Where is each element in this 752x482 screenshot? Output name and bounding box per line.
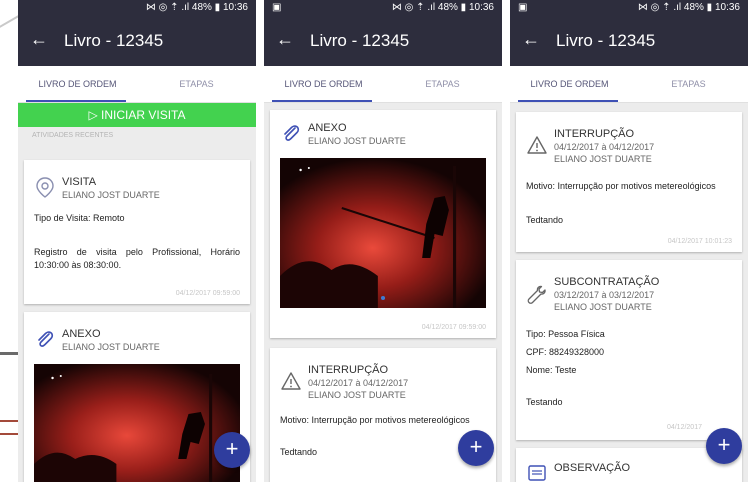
interruption-dates: 04/12/2017 à 04/12/2017 (554, 142, 655, 152)
status-indicators: ⋈ ◎ ⇡ .ıl 48% ▮ 10:36 (145, 2, 248, 13)
status-indicators: ⋈ ◎ ⇡ .ıl 48% ▮ 10:36 (637, 2, 740, 13)
visit-timestamp: 04/12/2017 09:59:00 (175, 290, 240, 297)
paperclip-icon (38, 331, 54, 347)
add-button[interactable]: + (214, 432, 250, 468)
location-pin-icon (36, 177, 54, 198)
start-visit-button[interactable]: ▷ INICIAR VISITA (18, 103, 256, 127)
attachment-author: ELIANO JOST DUARTE (62, 342, 160, 352)
interruption-text: Tedtando (280, 447, 318, 457)
back-arrow-icon[interactable]: ← (30, 30, 48, 48)
interruption-timestamp: 04/12/2017 10:01:23 (667, 238, 732, 245)
phone-screen-2: ▣ ⋈ ◎ ⇡ .ıl 48% ▮ 10:36 ← Livro - 12345 … (264, 0, 502, 482)
back-arrow-icon[interactable]: ← (276, 30, 294, 48)
tab-bar: LIVRO DE ORDEM ETAPAS (264, 66, 502, 103)
interruption-text: Tedtando (526, 215, 564, 225)
interruption-reason: Motivo: Interrupção por motivos metereol… (526, 181, 716, 191)
interruption-author: ELIANO JOST DUARTE (554, 154, 652, 164)
tab-livro-de-ordem[interactable]: LIVRO DE ORDEM (18, 66, 137, 102)
app-bar: ← Livro - 12345 (264, 16, 502, 66)
tab-indicator (518, 100, 618, 102)
interruption-card[interactable]: INTERRUPÇÃO 04/12/2017 à 04/12/2017 ELIA… (270, 348, 496, 482)
subcontracting-card[interactable]: SUBCONTRATAÇÃO 03/12/2017 à 03/12/2017 E… (516, 260, 742, 440)
warning-icon (281, 372, 301, 390)
add-button[interactable]: + (706, 428, 742, 464)
page-title: Livro - 12345 (64, 31, 164, 50)
visit-type: Tipo de Visita: Remoto (34, 213, 125, 223)
observation-title: OBSERVAÇÃO (554, 462, 631, 474)
attachment-author: ELIANO JOST DUARTE (308, 136, 406, 146)
interruption-card[interactable]: INTERRUPÇÃO 04/12/2017 à 04/12/2017 ELIA… (516, 112, 742, 252)
concert-photo-image (280, 158, 486, 308)
visit-card[interactable]: VISITA ELIANO JOST DUARTE Tipo de Visita… (24, 160, 250, 304)
page-title: Livro - 12345 (556, 31, 656, 50)
status-bar: ▣ ⋈ ◎ ⇡ .ıl 48% ▮ 10:36 (510, 0, 748, 16)
wrench-icon (527, 285, 546, 304)
visit-title: VISITA (62, 176, 97, 188)
attachment-card[interactable]: ANEXO ELIANO JOST DUARTE 04/12/2017 09:5… (270, 110, 496, 338)
concert-photo-image (34, 364, 240, 482)
phone-screen-1: ⋈ ◎ ⇡ .ıl 48% ▮ 10:36 ← Livro - 12345 LI… (18, 0, 256, 482)
subcontracting-cpf: CPF: 88249328000 (526, 347, 605, 357)
tab-bar: LIVRO DE ORDEM ETAPAS (18, 66, 256, 103)
attachment-timestamp: 04/12/2017 09:59:00 (421, 324, 486, 331)
interruption-dates: 04/12/2017 à 04/12/2017 (308, 378, 409, 388)
page-title: Livro - 12345 (310, 31, 410, 50)
subcontracting-dates: 03/12/2017 à 03/12/2017 (554, 290, 655, 300)
notification-icon: ▣ (272, 2, 282, 13)
subcontracting-title: SUBCONTRATAÇÃO (554, 276, 660, 288)
tab-indicator (272, 100, 372, 102)
attachment-title: ANEXO (62, 328, 101, 340)
attachment-photo[interactable] (34, 364, 240, 482)
interruption-reason: Motivo: Interrupção por motivos metereol… (280, 415, 470, 425)
subcontracting-author: ELIANO JOST DUARTE (554, 302, 652, 312)
phone-screen-3: ▣ ⋈ ◎ ⇡ .ıl 48% ▮ 10:36 ← Livro - 12345 … (510, 0, 748, 482)
visit-record: Registro de visita pelo Profissional, Ho… (34, 247, 240, 270)
tab-etapas[interactable]: ETAPAS (629, 66, 748, 102)
tab-indicator (26, 100, 126, 102)
interruption-title: INTERRUPÇÃO (554, 128, 635, 140)
subcontracting-timestamp: 04/12/2017 (666, 424, 702, 431)
notification-icon: ▣ (518, 2, 528, 13)
app-bar: ← Livro - 12345 (510, 16, 748, 66)
status-indicators: ⋈ ◎ ⇡ .ıl 48% ▮ 10:36 (391, 2, 494, 13)
attachment-photo[interactable] (280, 158, 486, 308)
visit-author: ELIANO JOST DUARTE (62, 190, 160, 200)
tab-bar: LIVRO DE ORDEM ETAPAS (510, 66, 748, 103)
back-arrow-icon[interactable]: ← (522, 30, 540, 48)
tab-etapas[interactable]: ETAPAS (383, 66, 502, 102)
app-bar: ← Livro - 12345 (18, 16, 256, 66)
paperclip-icon (284, 125, 300, 141)
attachment-title: ANEXO (308, 122, 347, 134)
note-icon (528, 465, 546, 481)
recent-activities-label: ATIVIDADES RECENTES (32, 132, 114, 139)
subcontracting-name: Nome: Teste (526, 365, 577, 375)
subcontracting-type: Tipo: Pessoa Física (526, 329, 605, 339)
interruption-title: INTERRUPÇÃO (308, 364, 389, 376)
tab-etapas[interactable]: ETAPAS (137, 66, 256, 102)
status-bar: ⋈ ◎ ⇡ .ıl 48% ▮ 10:36 (18, 0, 256, 16)
subcontracting-text: Testando (526, 397, 563, 407)
warning-icon (527, 136, 547, 154)
tab-livro-de-ordem[interactable]: LIVRO DE ORDEM (264, 66, 383, 102)
tab-livro-de-ordem[interactable]: LIVRO DE ORDEM (510, 66, 629, 102)
interruption-author: ELIANO JOST DUARTE (308, 390, 406, 400)
add-button[interactable]: + (458, 430, 494, 466)
status-bar: ▣ ⋈ ◎ ⇡ .ıl 48% ▮ 10:36 (264, 0, 502, 16)
